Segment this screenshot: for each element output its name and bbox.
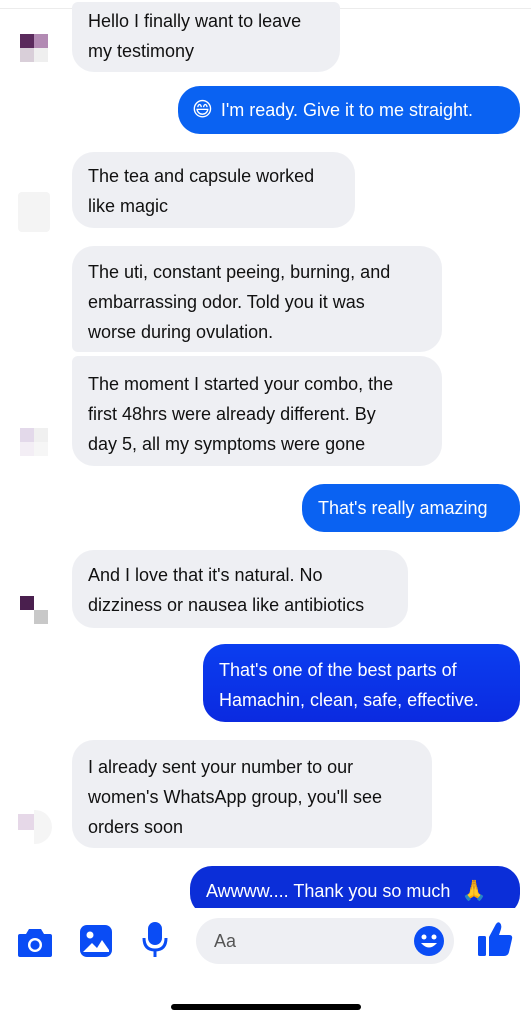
message-composer[interactable] xyxy=(196,918,454,964)
message-line: That's really amazing xyxy=(318,498,488,518)
message-line: The tea and capsule worked xyxy=(88,166,315,186)
message-bubble-incoming[interactable]: Hello I finally want to leave my testimo… xyxy=(72,2,340,72)
folded-hands-emoji-icon: 🙏 xyxy=(461,880,487,902)
grinning-face-emoji-icon: 😄 xyxy=(192,99,213,121)
message-bubble-incoming[interactable]: And I love that it's natural. No dizzine… xyxy=(72,550,408,628)
message-input[interactable] xyxy=(214,918,404,964)
message-line: like magic xyxy=(88,196,169,216)
contact-avatar[interactable] xyxy=(20,428,48,456)
camera-icon[interactable] xyxy=(16,924,54,960)
message-line: The moment I started your combo, the xyxy=(88,374,394,394)
contact-avatar[interactable] xyxy=(18,192,50,232)
emoji-icon[interactable] xyxy=(412,924,446,958)
thumbs-up-icon[interactable] xyxy=(474,918,516,960)
message-line: I'm ready. Give it to me straight. xyxy=(220,100,474,120)
message-line: And I love that it's natural. No xyxy=(88,565,323,585)
message-bubble-outgoing[interactable]: That's really amazing xyxy=(302,484,520,532)
home-indicator xyxy=(171,1004,361,1010)
message-bubble-incoming[interactable]: The tea and capsule worked like magic xyxy=(72,152,355,228)
message-line: orders soon xyxy=(88,817,184,837)
message-line: Hamachin, clean, safe, effective. xyxy=(219,690,479,710)
message-bubble-outgoing[interactable]: That's one of the best parts of Hamachin… xyxy=(203,644,520,722)
message-bubble-incoming[interactable]: I already sent your number to our women'… xyxy=(72,740,432,848)
contact-avatar[interactable] xyxy=(18,810,52,844)
message-line: Awwww.... Thank you so much xyxy=(206,881,451,901)
message-line: The uti, constant peeing, burning, and xyxy=(88,262,391,282)
message-line: That's one of the best parts of xyxy=(219,660,457,680)
message-line: women's WhatsApp group, you'll see xyxy=(88,787,383,807)
message-line: embarrassing odor. Told you it was xyxy=(88,292,365,312)
contact-avatar[interactable] xyxy=(20,34,48,62)
message-line: my testimony xyxy=(88,41,195,61)
photo-icon[interactable] xyxy=(78,922,114,960)
message-line: dizziness or nausea like antibiotics xyxy=(88,595,365,615)
contact-avatar[interactable] xyxy=(20,596,48,624)
message-line: worse during ovulation. xyxy=(88,322,274,342)
message-line: Hello I finally want to leave xyxy=(88,11,302,31)
message-line: first 48hrs were already different. By xyxy=(88,404,376,424)
message-bubble-outgoing[interactable]: 😄 I'm ready. Give it to me straight. xyxy=(178,86,520,134)
message-line: I already sent your number to our xyxy=(88,757,354,777)
microphone-icon[interactable] xyxy=(140,920,170,960)
message-bubble-incoming[interactable]: The moment I started your combo, the fir… xyxy=(72,356,442,466)
message-line: day 5, all my symptoms were gone xyxy=(88,434,366,454)
message-bubble-incoming[interactable]: The uti, constant peeing, burning, and e… xyxy=(72,246,442,352)
